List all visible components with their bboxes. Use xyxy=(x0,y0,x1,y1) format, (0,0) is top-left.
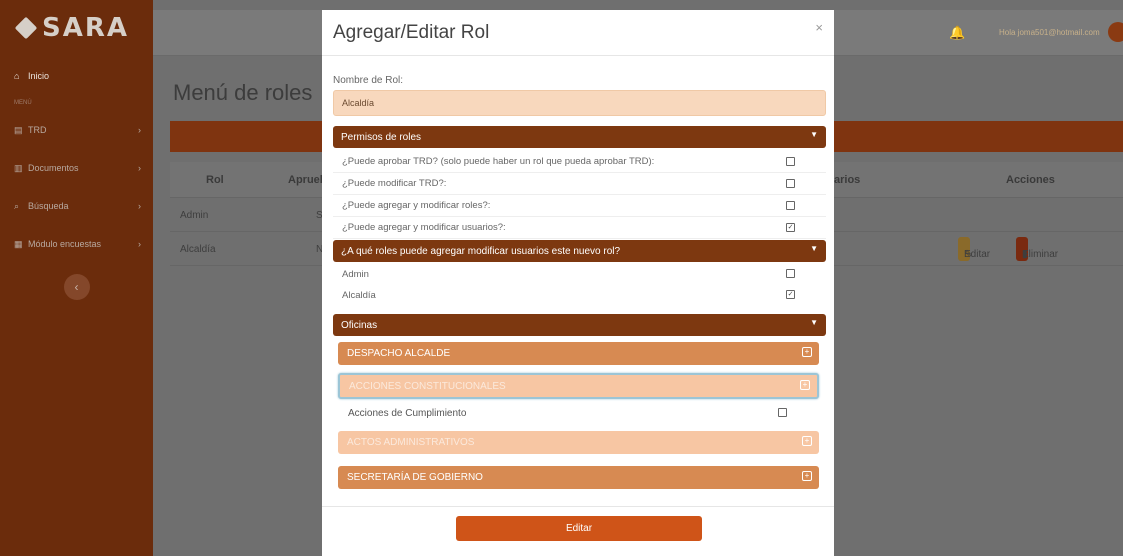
role-option-checkbox[interactable]: ✓ xyxy=(786,290,795,299)
sidebar-item-inicio[interactable]: ⌂ Inicio xyxy=(0,56,153,96)
chevron-right-icon: › xyxy=(138,125,141,135)
column-header: Aprueb xyxy=(288,174,327,186)
edit-button-label: Editar xyxy=(964,249,991,260)
chevron-right-icon: › xyxy=(138,201,141,211)
section-title: Oficinas xyxy=(341,319,378,331)
modal-footer-divider xyxy=(322,506,834,507)
sidebar-item-busqueda[interactable]: ⌕ Búsqueda › xyxy=(0,190,153,222)
permission-checkbox[interactable] xyxy=(786,201,795,210)
office-group-acciones-constitucionales[interactable]: ACCIONES CONSTITUCIONALES + xyxy=(338,373,819,399)
office-sub-label: Acciones de Cumplimiento xyxy=(348,407,467,419)
permission-label: ¿Puede aprobar TRD? (solo puede haber un… xyxy=(342,156,655,167)
office-sub-checkbox[interactable] xyxy=(778,408,787,417)
offices-section-header[interactable]: Oficinas ▼ xyxy=(333,314,826,336)
search-icon: ⌕ xyxy=(14,200,20,211)
permission-label: ¿Puede agregar y modificar usuarios?: xyxy=(342,222,506,233)
permission-label: ¿Puede agregar y modificar roles?: xyxy=(342,200,491,211)
permission-label: ¿Puede modificar TRD?: xyxy=(342,178,447,189)
table-icon: ▤ xyxy=(14,124,23,135)
column-header: arios xyxy=(834,174,861,186)
edit-button[interactable]: ✎ Editar xyxy=(958,237,990,261)
permission-row: ¿Puede agregar y modificar roles?: xyxy=(333,195,826,217)
logo-text: SARA xyxy=(42,13,129,43)
sidebar-item-documentos[interactable]: ▥ Documentos › xyxy=(0,152,153,184)
role-name-label: Nombre de Rol: xyxy=(333,75,404,86)
permission-row: ¿Puede agregar y modificar usuarios?: ✓ xyxy=(333,217,826,239)
expand-icon: + xyxy=(802,436,812,446)
office-group-despacho-alcalde[interactable]: DESPACHO ALCALDE + xyxy=(338,342,819,365)
role-name-input[interactable] xyxy=(333,90,826,116)
expand-icon: + xyxy=(800,380,810,390)
sidebar-item-label: Inicio xyxy=(28,71,50,81)
permission-checkbox[interactable]: ✓ xyxy=(786,223,795,232)
modal-header: Agregar/Editar Rol × xyxy=(322,10,834,56)
sidebar-collapse-button[interactable]: ‹ xyxy=(63,274,90,300)
table-cell: Alcaldía xyxy=(180,244,216,255)
delete-button[interactable]: ▮ Eliminar xyxy=(1016,237,1058,261)
modal-title: Agregar/Editar Rol xyxy=(333,22,490,43)
diamond-icon xyxy=(14,16,38,40)
office-sub-item: Acciones de Cumplimiento xyxy=(333,400,826,426)
section-title: Permisos de roles xyxy=(341,131,422,143)
app-logo[interactable]: SARA xyxy=(0,0,153,56)
office-label: ACTOS ADMINISTRATIVOS xyxy=(347,437,475,448)
office-group-secretaria-gobierno[interactable]: SECRETARÍA DE GOBIERNO + xyxy=(338,466,819,489)
sidebar-item-trd[interactable]: ▤ TRD › xyxy=(0,114,153,146)
home-icon: ⌂ xyxy=(14,71,20,81)
office-label: SECRETARÍA DE GOBIERNO xyxy=(347,472,483,483)
user-roles-section-header[interactable]: ¿A qué roles puede agregar modificar usu… xyxy=(333,240,826,262)
column-header: Rol xyxy=(206,174,224,186)
chevron-right-icon: › xyxy=(138,239,141,249)
permission-checkbox[interactable] xyxy=(786,179,795,188)
chevron-right-icon: › xyxy=(138,163,141,173)
sidebar-item-encuestas[interactable]: ▦ Módulo encuestas › xyxy=(0,228,153,260)
caret-down-icon: ▼ xyxy=(810,244,818,253)
permission-row: ¿Puede modificar TRD?: xyxy=(333,173,826,195)
expand-icon: + xyxy=(802,347,812,357)
office-label: ACCIONES CONSTITUCIONALES xyxy=(349,380,506,392)
bell-icon[interactable]: 🔔 xyxy=(949,25,965,41)
role-option-label: Admin xyxy=(342,268,369,280)
office-label: DESPACHO ALCALDE xyxy=(347,348,451,359)
page-title: Menú de roles xyxy=(173,80,313,105)
edit-role-modal: Agregar/Editar Rol × Nombre de Rol: Perm… xyxy=(322,10,834,556)
role-option-checkbox[interactable] xyxy=(786,269,795,278)
column-header: Acciones xyxy=(1006,174,1055,186)
sidebar-item-label: Búsqueda xyxy=(28,201,69,211)
office-group-actos-administrativos[interactable]: ACTOS ADMINISTRATIVOS + xyxy=(338,431,819,454)
avatar[interactable] xyxy=(1108,22,1123,42)
permission-row: ¿Puede aprobar TRD? (solo puede haber un… xyxy=(333,151,826,173)
submit-edit-button[interactable]: Editar xyxy=(456,516,702,541)
role-option-label: Alcaldía xyxy=(342,289,376,301)
sidebar-item-label: Documentos xyxy=(28,163,79,173)
role-option-row: Admin xyxy=(333,263,826,285)
role-option-row: Alcaldía ✓ xyxy=(333,284,826,306)
permission-checkbox[interactable] xyxy=(786,157,795,166)
document-icon: ▥ xyxy=(14,162,23,173)
sidebar-item-label: Módulo encuestas xyxy=(28,239,102,249)
section-title: ¿A qué roles puede agregar modificar usu… xyxy=(341,245,621,257)
survey-icon: ▦ xyxy=(14,238,23,249)
delete-button-label: Eliminar xyxy=(1022,249,1059,260)
permissions-section-header[interactable]: Permisos de roles ▼ xyxy=(333,126,826,148)
caret-down-icon: ▼ xyxy=(810,318,818,327)
close-icon[interactable]: × xyxy=(815,20,823,35)
table-cell: Admin xyxy=(180,210,209,221)
user-greeting[interactable]: Hola joma501@hotmail.com xyxy=(999,28,1100,37)
sidebar-item-label: TRD xyxy=(28,125,47,135)
sidebar-section-label: MENÚ xyxy=(14,100,32,106)
caret-down-icon: ▼ xyxy=(810,130,818,139)
sidebar: SARA ⌂ Inicio MENÚ ▤ TRD › ▥ Documentos … xyxy=(0,0,153,556)
expand-icon: + xyxy=(802,471,812,481)
